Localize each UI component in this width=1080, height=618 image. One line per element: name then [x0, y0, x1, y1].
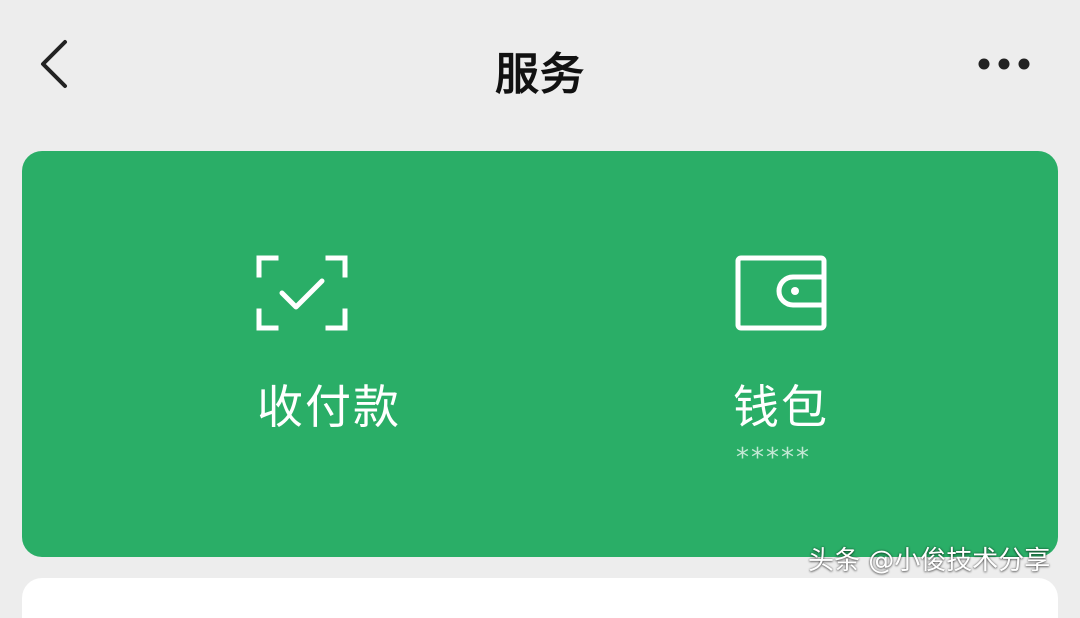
- wallet-balance-masked: *****: [736, 443, 811, 473]
- top-bar: 服务: [0, 0, 1080, 130]
- pay-receive-button[interactable]: 收付款: [22, 151, 540, 557]
- pay-receive-label: 收付款: [257, 380, 401, 434]
- watermark-text: 头条 @小俊技术分享: [808, 546, 1051, 576]
- more-dots-icon: [978, 58, 1030, 70]
- more-button[interactable]: [968, 44, 1040, 84]
- wallet-label: 钱包: [733, 380, 829, 434]
- scan-check-icon: [256, 255, 348, 331]
- page-title: 服务: [495, 49, 585, 100]
- service-card: 收付款 钱包 *****: [22, 151, 1058, 557]
- wallet-button[interactable]: 钱包 *****: [540, 151, 1058, 557]
- wallet-icon: [735, 255, 827, 331]
- next-card-edge: [22, 578, 1058, 618]
